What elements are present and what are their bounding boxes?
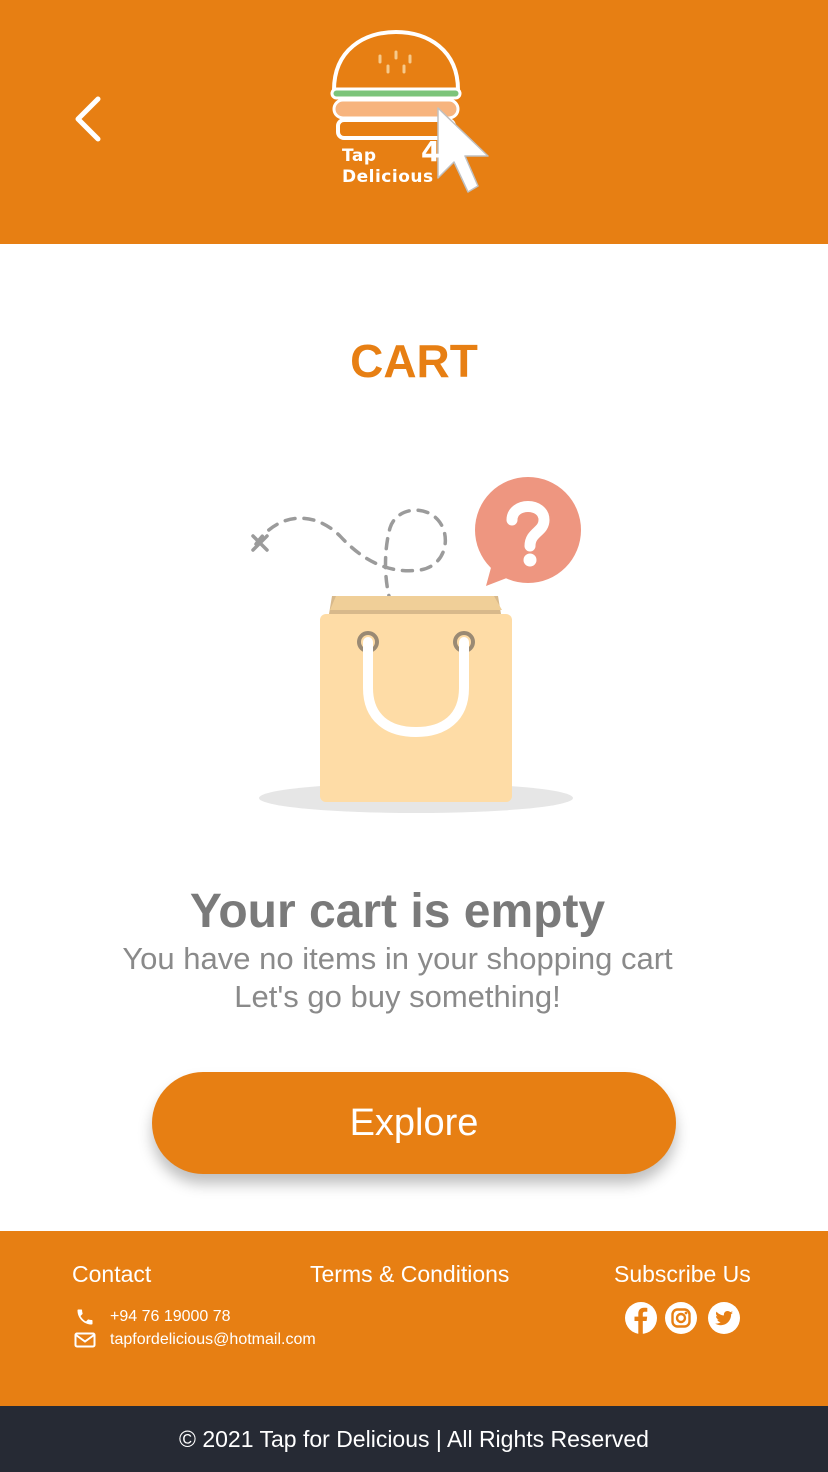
facebook-icon[interactable] <box>624 1301 658 1335</box>
subscribe-heading: Subscribe Us <box>614 1261 751 1287</box>
app-header: Tap Delicious 4 <box>0 0 828 244</box>
phone-icon <box>77 1309 93 1325</box>
empty-cart-heading: Your cart is empty <box>189 885 606 938</box>
app-logo[interactable]: Tap Delicious 4 <box>318 22 518 212</box>
instagram-icon[interactable] <box>664 1301 698 1335</box>
copyright-text: © 2021 Tap for Delicious | All Rights Re… <box>179 1425 649 1452</box>
explore-button[interactable]: Explore <box>152 1072 676 1174</box>
phone-number: +94 76 19000 78 <box>110 1308 231 1325</box>
logo-text-four: 4 <box>421 135 441 168</box>
twitter-icon[interactable] <box>707 1301 741 1335</box>
mail-icon <box>74 1332 96 1348</box>
contact-phone[interactable]: +94 76 19000 78 <box>74 1307 231 1327</box>
page-title: CART <box>350 335 478 387</box>
terms-link[interactable]: Terms & Conditions <box>310 1261 509 1288</box>
empty-cart-message: You have no items in your shopping cart <box>122 941 673 976</box>
chevron-left-icon <box>75 96 101 142</box>
email-address: tapfordelicious@hotmail.com <box>110 1331 316 1348</box>
copyright-bar: © 2021 Tap for Delicious | All Rights Re… <box>0 1406 828 1472</box>
logo-text-delicious: Delicious <box>342 167 434 187</box>
empty-cart-cta-message: Let's go buy something! <box>234 979 561 1014</box>
logo-text-tap: Tap <box>342 146 377 166</box>
contact-heading: Contact <box>72 1261 152 1287</box>
footer: Contact +94 76 19000 78 tapfordelicious@… <box>0 1231 828 1406</box>
back-button[interactable] <box>60 88 116 150</box>
contact-email[interactable]: tapfordelicious@hotmail.com <box>74 1331 316 1349</box>
empty-cart-illustration <box>251 477 581 813</box>
